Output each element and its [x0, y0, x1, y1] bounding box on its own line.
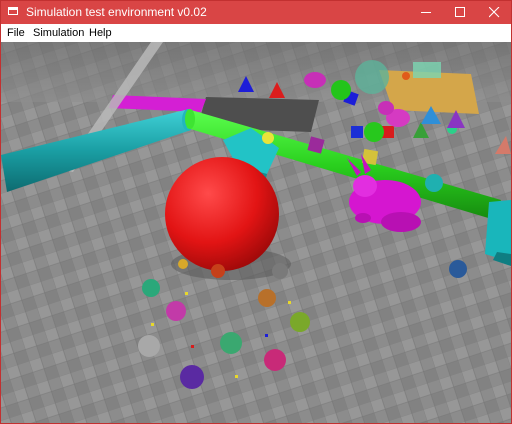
yellow-sphere: [262, 132, 274, 144]
red-sphere: [165, 157, 279, 271]
blue-cube: [351, 126, 363, 138]
sphere-navy: [449, 260, 467, 278]
menu-simulation[interactable]: Simulation: [33, 27, 84, 39]
close-button[interactable]: [477, 1, 511, 24]
sphere-olive: [290, 312, 310, 332]
sphere-gold: [178, 259, 188, 269]
menu-help[interactable]: Help: [89, 27, 112, 39]
title-bar[interactable]: Simulation test environment v0.02: [1, 1, 511, 24]
orange-sphere-far: [402, 72, 410, 80]
marker-yellow-4: [288, 301, 291, 304]
menu-bar: File Simulation Help: [1, 24, 511, 42]
sphere-rust: [211, 264, 225, 278]
maximize-icon: [455, 7, 465, 17]
teal-block: [413, 62, 441, 78]
sphere-orange: [258, 289, 276, 307]
teal-sphere-far: [355, 60, 389, 94]
3d-viewport[interactable]: [1, 42, 511, 423]
teal-sphere: [425, 174, 443, 192]
pink-bunny-mid2: [378, 101, 394, 115]
app-window: Simulation test environment v0.02 File S…: [0, 0, 512, 424]
sphere-gray: [138, 335, 160, 357]
minimize-icon: [421, 12, 431, 13]
sphere-teal: [220, 332, 242, 354]
sphere-pink: [264, 349, 286, 371]
sphere-magenta: [166, 301, 186, 321]
pink-bunny-far: [304, 72, 326, 88]
maximize-button[interactable]: [443, 1, 477, 24]
marker-red: [191, 345, 194, 348]
scene-render: [1, 42, 511, 423]
sphere-green: [142, 279, 160, 297]
green-sphere: [364, 122, 384, 142]
menu-file[interactable]: File: [7, 27, 25, 39]
app-icon: [8, 7, 18, 15]
green-sphere-far: [331, 80, 351, 100]
sphere-purple: [180, 365, 204, 389]
close-icon: [489, 7, 500, 18]
green-cylinder-cap: [185, 109, 195, 129]
marker-blue: [265, 334, 268, 337]
marker-yellow-3: [235, 375, 238, 378]
marker-yellow: [185, 292, 188, 295]
sphere-dark-gray: [272, 263, 288, 279]
marker-yellow-2: [151, 323, 154, 326]
minimize-button[interactable]: [409, 1, 443, 24]
window-title: Simulation test environment v0.02: [26, 5, 207, 19]
